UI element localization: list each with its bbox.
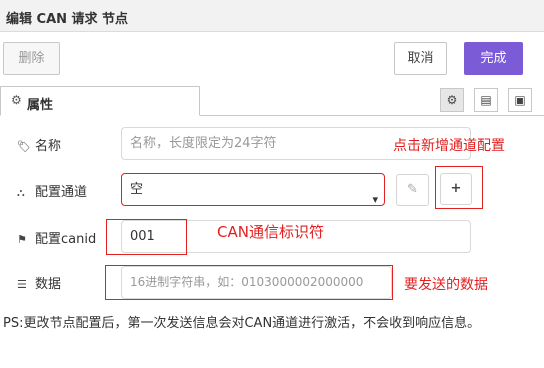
cancel-button[interactable]: 取消	[394, 42, 447, 75]
dialog-title: 编辑 CAN 请求 节点	[6, 12, 129, 27]
pencil-icon: ✎	[407, 182, 418, 197]
data-label-row: ☰ 数据	[17, 273, 61, 292]
dialog-title-bar: 编辑 CAN 请求 节点	[0, 0, 544, 32]
tag-icon: 🏷	[17, 140, 31, 153]
name-label: 名称	[35, 139, 62, 154]
appearance-tab-icon[interactable]: ▣	[508, 88, 532, 112]
settings-tab-icon[interactable]: ⚙	[440, 88, 464, 112]
delete-button[interactable]: 删除	[3, 42, 60, 75]
channel-selected-value: 空	[130, 182, 144, 197]
channel-label: 配置通道	[35, 185, 88, 200]
flag-icon: ⚑	[17, 233, 27, 246]
done-button[interactable]: 完成	[464, 42, 523, 75]
annotation-data-to-send: 要发送的数据	[404, 277, 488, 293]
tab-properties-label: 属性	[27, 98, 54, 113]
channel-label-row: ⛬ 配置通道	[17, 181, 87, 200]
chevron-down-icon: ▾	[372, 193, 378, 206]
data-label: 数据	[35, 277, 62, 292]
highlight-data	[105, 265, 393, 300]
gear-icon: ⚙	[11, 93, 22, 107]
tab-properties[interactable]: ⚙ 属性	[0, 86, 200, 116]
server-icon: ☰	[17, 278, 27, 291]
highlight-canid	[106, 219, 187, 255]
description-tab-icon[interactable]: ▤	[474, 88, 498, 112]
annotation-can-identifier: CAN通信标识符	[217, 223, 324, 241]
highlight-add-channel	[435, 166, 483, 209]
annotation-add-channel: 点击新增通道配置	[393, 138, 505, 154]
help-note: PS:更改节点配置后，第一次发送信息会对CAN通道进行激活，不会收到响应信息。	[3, 316, 481, 331]
edit-channel-button[interactable]: ✎	[396, 174, 429, 206]
name-label-row: 🏷 名称	[17, 135, 61, 154]
name-input-placeholder: 名称，长度限定为24字符	[130, 136, 277, 151]
sitemap-icon: ⛬	[17, 186, 25, 199]
channel-select[interactable]: 空 ▾	[121, 173, 385, 206]
canid-label: 配置canid	[35, 232, 97, 247]
canid-label-row: ⚑ 配置canid	[17, 228, 96, 247]
